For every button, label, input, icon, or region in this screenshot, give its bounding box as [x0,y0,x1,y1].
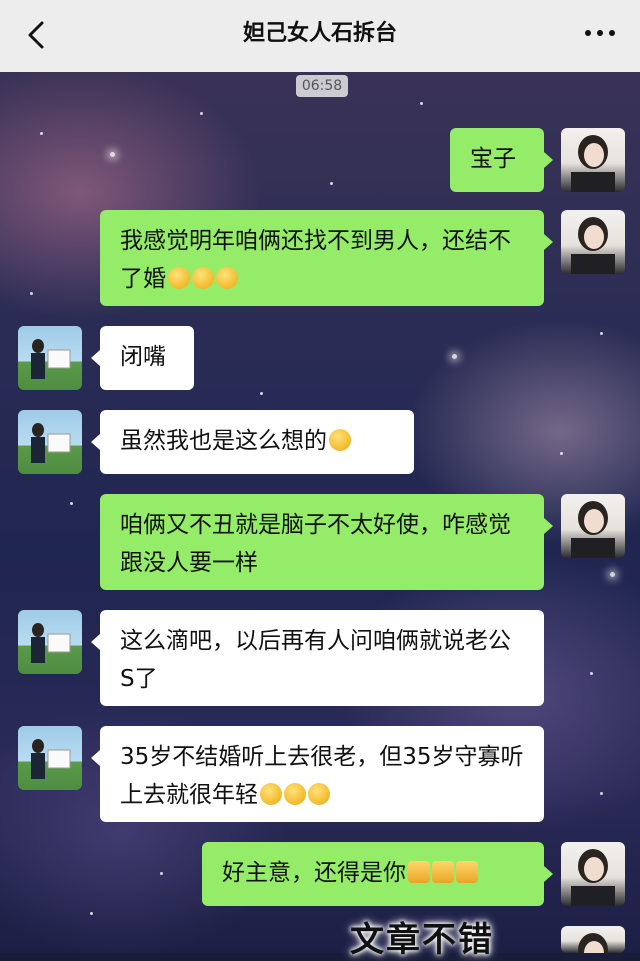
message-bubble-received[interactable]: 闭嘴 [100,326,194,390]
message-text: 这么滴吧，以后再有人问咱俩就说老公S了 [120,628,511,692]
emoji-group [258,782,330,808]
bubble-tail [91,634,100,650]
message-text: 闭嘴 [120,344,166,370]
thumbs-up-emoji-icon [432,861,454,883]
flushed-emoji-icon [168,267,190,289]
laughing-emoji-icon [329,429,351,451]
contact-avatar[interactable] [18,410,82,474]
contact-avatar[interactable] [18,326,82,390]
message-bubble-sent[interactable]: 宝子 [450,128,544,192]
smirk-emoji-icon [308,783,330,805]
more-options-icon[interactable] [582,18,618,48]
bubble-tail [544,234,553,250]
bubble-tail [91,434,100,450]
my-avatar[interactable] [561,210,625,274]
avatar-portrait-icon [571,217,615,274]
contact-avatar[interactable] [18,610,82,674]
avatar-portrait-icon [571,135,615,192]
bubble-tail [91,350,100,366]
overlay-caption: 文章不错 [350,920,494,960]
avatar-portrait-icon [571,849,615,906]
avatar-portrait-icon [31,623,71,663]
my-avatar[interactable] [561,926,625,953]
message-text: 咱俩又不丑就是脑子不太好使，咋感觉跟没人要一样 [120,512,511,576]
smirk-emoji-icon [284,783,306,805]
my-avatar[interactable] [561,128,625,192]
bubble-tail [544,866,553,882]
message-text: 宝子 [470,146,516,172]
message-text: 好主意，还得是你 [222,860,406,886]
chat-header: 妲己女人石拆台 [0,0,640,72]
flushed-emoji-icon [192,267,214,289]
bubble-tail [544,152,553,168]
avatar-portrait-icon [571,501,615,558]
my-avatar[interactable] [561,494,625,558]
message-timestamp: 06:58 [296,75,348,97]
avatar-portrait-icon [31,339,71,379]
message-bubble-received[interactable]: 35岁不结婚听上去很老，但35岁守寡听上去就很年轻 [100,726,544,822]
message-bubble-sent[interactable]: 咱俩又不丑就是脑子不太好使，咋感觉跟没人要一样 [100,494,544,590]
chat-title: 妲己女人石拆台 [242,21,397,46]
message-bubble-received[interactable]: 虽然我也是这么想的 [100,410,414,474]
message-bubble-sent[interactable]: 好主意，还得是你 [202,842,544,906]
my-avatar[interactable] [561,842,625,906]
contact-avatar[interactable] [18,726,82,790]
smirk-emoji-icon [260,783,282,805]
message-text: 虽然我也是这么想的 [120,428,327,454]
thumbs-up-emoji-icon [456,861,478,883]
bubble-tail [544,518,553,534]
thumbs-up-emoji-icon [408,861,430,883]
avatar-portrait-icon [31,739,71,779]
emoji-group [166,266,238,292]
bubble-tail [91,750,100,766]
flushed-emoji-icon [216,267,238,289]
avatar-portrait-icon [31,423,71,463]
emoji-group [406,860,478,886]
message-bubble-sent[interactable]: 我感觉明年咱俩还找不到男人，还结不了婚 [100,210,544,306]
message-bubble-received[interactable]: 这么滴吧，以后再有人问咱俩就说老公S了 [100,610,544,706]
avatar-portrait-icon [578,933,608,953]
